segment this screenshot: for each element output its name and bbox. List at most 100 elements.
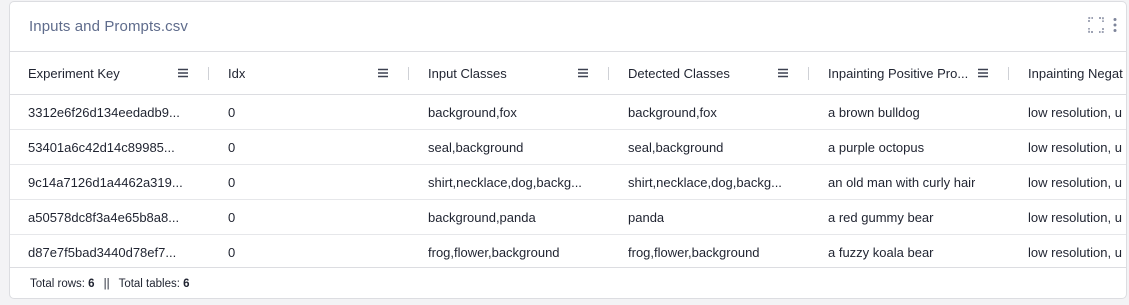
table-row[interactable]: 53401a6c42d14c89985... 0 seal,background se… [10,130,1126,165]
cell-inpainting-positive[interactable]: a brown bulldog [828,95,1000,129]
column-header-label: Inpainting Positive Pro... [828,65,969,81]
cell-text: a fuzzy koala bear [828,244,934,260]
hamburger-menu-icon[interactable] [577,66,591,80]
cell-detected-classes[interactable]: shirt,necklace,dog,backg... [628,165,800,199]
hamburger-menu-icon[interactable] [377,66,391,80]
cell-text: background,fox [628,104,717,120]
cell-input-classes[interactable]: frog,flower,background [428,235,600,267]
cell-text: an old man with curly hair [828,174,976,190]
table-row[interactable]: 9c14a7126d1a4462a319... 0 shirt,necklace,d… [10,165,1126,200]
cell-text: 53401a6c42d14c89985... [28,139,175,155]
cell-detected-classes[interactable]: seal,background [628,130,800,164]
cell-text: 0 [228,139,236,155]
cell-text: 3312e6f26d134eedadb9... [28,104,180,120]
cell-text: low resolution, u [1028,139,1122,155]
total-tables-label: Total tables: [118,278,180,290]
hamburger-menu-icon[interactable] [177,66,191,80]
column-header-inpainting-positive[interactable]: Inpainting Positive Pro... [828,52,978,94]
cell-text: 0 [228,174,236,190]
cell-text: low resolution, u [1028,209,1122,225]
cell-inpainting-positive[interactable]: a purple octopus [828,130,1000,164]
column-header-label: Idx [228,65,246,81]
cell-text: shirt,necklace,dog,backg... [628,174,782,190]
column-header-label: Experiment Key [28,65,120,81]
column-header-label: Detected Classes [628,65,730,81]
cell-text: background,panda [428,209,536,225]
table-row[interactable]: 3312e6f26d134eedadb9... 0 background,fox ba… [10,95,1126,130]
cell-experiment-key[interactable]: d87e7f5bad3440d78ef7... [28,235,200,267]
column-header-idx[interactable]: Idx [228,52,368,94]
column-header-experiment-key[interactable]: Experiment Key [28,52,168,94]
cell-inpainting-negative[interactable]: low resolution, u [1028,95,1126,129]
cell-input-classes[interactable]: background,panda [428,200,600,234]
cell-text: a red gummy bear [828,209,934,225]
cell-inpainting-positive[interactable]: a red gummy bear [828,200,1000,234]
column-header-label: Inpainting Negat [1028,65,1123,81]
panel-header: Inputs and Prompts.csv [10,2,1126,52]
cell-idx[interactable]: 0 [228,200,400,234]
column-header-label: Input Classes [428,65,507,81]
column-separator[interactable] [608,67,609,80]
hamburger-menu-icon[interactable] [777,66,791,80]
cell-text: d87e7f5bad3440d78ef7... [28,244,177,260]
table-footer: Total rows: 6 || Total tables: 6 [10,267,1126,298]
fullscreen-icon[interactable] [1088,17,1104,33]
cell-idx[interactable]: 0 [228,235,400,267]
data-table: Experiment Key Idx Input Classes Detecte… [10,52,1126,267]
cell-text: background,fox [428,104,517,120]
total-tables-value: 6 [183,278,190,290]
cell-idx[interactable]: 0 [228,165,400,199]
cell-experiment-key[interactable]: 9c14a7126d1a4462a319... [28,165,200,199]
more-vertical-icon[interactable] [1112,17,1118,33]
cell-text: 0 [228,104,236,120]
cell-text: panda [628,209,665,225]
cell-detected-classes[interactable]: background,fox [628,95,800,129]
column-header-detected-classes[interactable]: Detected Classes [628,52,768,94]
cell-inpainting-negative[interactable]: low resolution, u [1028,200,1126,234]
total-rows-label: Total rows: [30,278,85,290]
cell-idx[interactable]: 0 [228,95,400,129]
hamburger-menu-icon[interactable] [977,66,991,80]
cell-detected-classes[interactable]: frog,flower,background [628,235,800,267]
column-separator[interactable] [808,67,809,80]
column-header-inpainting-negative[interactable]: Inpainting Negat [1028,52,1126,94]
cell-text: low resolution, u [1028,174,1122,190]
cell-idx[interactable]: 0 [228,130,400,164]
cell-text: a50578dc8f3a4e65b8a8... [28,209,180,225]
column-separator[interactable] [1008,67,1009,80]
cell-text: a purple octopus [828,139,925,155]
cell-text: frog,flower,background [628,244,760,260]
cell-text: low resolution, u [1028,244,1122,260]
cell-inpainting-positive[interactable]: a fuzzy koala bear [828,235,1000,267]
cell-text: a brown bulldog [828,104,920,120]
cell-inpainting-negative[interactable]: low resolution, u [1028,235,1126,267]
cell-text: 0 [228,244,236,260]
cell-detected-classes[interactable]: panda [628,200,800,234]
cell-text: seal,background [628,139,724,155]
cell-input-classes[interactable]: seal,background [428,130,600,164]
cell-experiment-key[interactable]: 53401a6c42d14c89985... [28,130,200,164]
total-rows-value: 6 [88,278,95,290]
panel-actions [1088,17,1118,33]
table-row[interactable]: d87e7f5bad3440d78ef7... 0 frog,flower,back… [10,235,1126,267]
cell-text: 0 [228,209,236,225]
table-header-row: Experiment Key Idx Input Classes Detecte… [10,52,1126,95]
cell-inpainting-negative[interactable]: low resolution, u [1028,165,1126,199]
cell-text: frog,flower,background [428,244,560,260]
column-separator[interactable] [408,67,409,80]
cell-text: low resolution, u [1028,104,1122,120]
cell-text: shirt,necklace,dog,backg... [428,174,582,190]
cell-experiment-key[interactable]: 3312e6f26d134eedadb9... [28,95,200,129]
cell-inpainting-positive[interactable]: an old man with curly hair [828,165,1000,199]
cell-text: 9c14a7126d1a4462a319... [28,174,183,190]
table-panel: Inputs and Prompts.csv Experiment Key Id… [9,1,1127,299]
footer-separator: || [103,278,110,290]
cell-inpainting-negative[interactable]: low resolution, u [1028,130,1126,164]
table-row[interactable]: a50578dc8f3a4e65b8a8... 0 background,panda… [10,200,1126,235]
cell-text: seal,background [428,139,524,155]
cell-experiment-key[interactable]: a50578dc8f3a4e65b8a8... [28,200,200,234]
cell-input-classes[interactable]: background,fox [428,95,600,129]
column-separator[interactable] [208,67,209,80]
column-header-input-classes[interactable]: Input Classes [428,52,568,94]
cell-input-classes[interactable]: shirt,necklace,dog,backg... [428,165,600,199]
